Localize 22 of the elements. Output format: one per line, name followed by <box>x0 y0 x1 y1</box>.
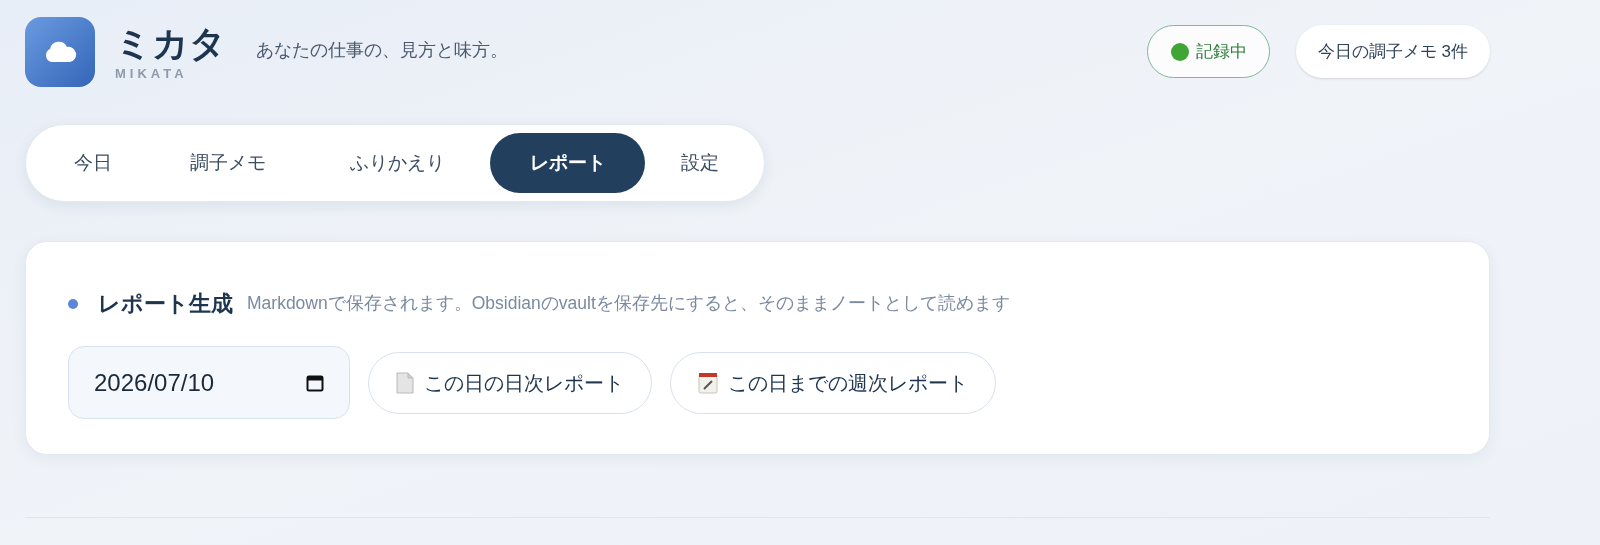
tab[interactable]: レポート <box>490 133 645 193</box>
tab[interactable]: ふりかえり <box>305 133 490 193</box>
cloud-icon <box>43 41 77 63</box>
card-description: Markdownで保存されます。Obsidianのvaultを保存先にすると、そのままノートとして読めます <box>247 292 1010 316</box>
daily-report-button[interactable]: この日の日次レポート <box>368 351 652 414</box>
bullet-icon <box>68 298 78 309</box>
tab[interactable]: 調子メモ <box>150 133 305 193</box>
tab[interactable]: 設定 <box>645 133 755 193</box>
app-subtitle: MIKATA <box>115 66 189 82</box>
weekly-report-button[interactable]: この日までの週次レポート <box>670 351 996 414</box>
badge-label: 記録中 <box>1195 40 1247 63</box>
tagline: あなたの仕事の、見方と味方。 <box>256 38 508 62</box>
card-title: レポート生成 <box>98 290 233 318</box>
calendar-icon[interactable] <box>306 373 324 392</box>
date-value: 2026/07/10 <box>94 367 215 398</box>
date-field[interactable]: 2026/07/10 <box>68 346 350 419</box>
status-dot-icon <box>1169 41 1190 62</box>
tab[interactable]: 今日 <box>35 133 150 193</box>
notepad-icon <box>698 371 718 394</box>
memo-count-badge: 今日の調子メモ 3件 <box>1295 25 1490 78</box>
app-title: ミカタ <box>115 22 226 66</box>
document-icon <box>396 371 414 394</box>
